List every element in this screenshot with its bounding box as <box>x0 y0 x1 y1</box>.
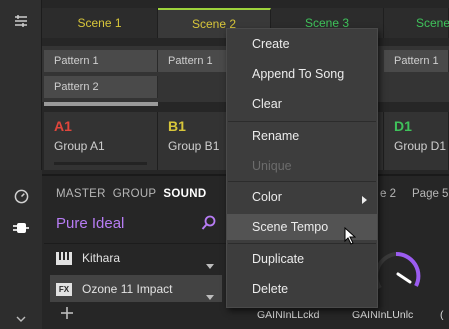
param-label: GAINInLLckd <box>257 309 320 321</box>
mouse-cursor-icon <box>344 226 357 250</box>
piano-keys-icon <box>56 251 72 265</box>
group-id: B1 <box>168 118 186 134</box>
left-rail-top <box>0 0 42 170</box>
menu-item-label: Unique <box>252 159 292 173</box>
page-indicator: e 2 <box>380 188 396 200</box>
scene-label: Scene 1 <box>77 16 122 30</box>
group-d1[interactable]: D1 Group D1 <box>384 112 449 170</box>
gain-knob[interactable] <box>370 248 424 301</box>
mixer-sliders-icon[interactable] <box>0 10 42 32</box>
submenu-arrow-icon <box>362 193 367 207</box>
scene-label: Scene <box>416 16 449 30</box>
menu-item-label: Clear <box>252 97 282 111</box>
pattern-slot[interactable]: Pattern 2 <box>44 76 158 98</box>
menu-item-create[interactable]: Create <box>227 31 377 57</box>
group-id: D1 <box>394 118 412 134</box>
page-indicator-2: Page 5 <box>412 188 448 200</box>
scene-4[interactable]: Scene <box>384 8 449 38</box>
sound-name[interactable]: Pure Ideal <box>56 215 124 232</box>
pattern-label: Pattern 1 <box>54 55 99 67</box>
menu-separator <box>228 121 376 122</box>
menu-item-label: Append To Song <box>252 67 345 81</box>
group-name: Group B1 <box>168 139 220 153</box>
menu-item-clear[interactable]: Clear <box>227 91 377 117</box>
page-fragment: Page 5 <box>412 188 449 200</box>
param-label: ( <box>440 309 444 321</box>
menu-item-color[interactable]: Color <box>227 184 377 210</box>
clock-icon[interactable] <box>0 186 42 206</box>
browser-tabs: MASTER GROUP SOUND <box>56 188 213 200</box>
plugin-name: Kithara <box>82 251 121 265</box>
plug-icon[interactable] <box>0 218 42 238</box>
page-fragment: e 2 <box>380 188 396 200</box>
menu-item-unique: Unique <box>227 153 377 179</box>
menu-item-label: Rename <box>252 129 300 143</box>
tab-master[interactable]: MASTER <box>56 188 106 200</box>
pattern-label: Pattern 2 <box>54 81 99 93</box>
scene-1[interactable]: Scene 1 <box>42 8 158 38</box>
menu-item-label: Color <box>252 190 282 204</box>
menu-item-append-to-song[interactable]: Append To Song <box>227 61 377 87</box>
row-divider <box>44 243 226 244</box>
menu-item-rename[interactable]: Rename <box>227 123 377 149</box>
chevron-down-icon[interactable] <box>0 312 42 326</box>
plugin-slot-kithara[interactable]: Kithara <box>56 245 120 271</box>
group-a1[interactable]: A1 Group A1 <box>44 112 158 170</box>
tab-sound[interactable]: SOUND <box>163 188 206 200</box>
group-level-bar <box>54 162 147 165</box>
chevron-down-icon[interactable] <box>206 256 214 274</box>
plugin-name: Ozone 11 Impact <box>82 282 173 296</box>
menu-item-label: Duplicate <box>252 252 305 266</box>
menu-item-label: Create <box>252 37 290 51</box>
group-id: A1 <box>54 118 72 134</box>
pattern-position-bar <box>44 102 158 106</box>
group-name: Group D1 <box>394 139 447 153</box>
menu-item-label: Scene Tempo <box>252 220 329 234</box>
scene-context-menu: Create Append To Song Clear Rename Uniqu… <box>226 28 378 308</box>
pattern-label: Pattern 1 <box>168 55 213 67</box>
pattern-label: Pattern 1 <box>394 55 439 67</box>
param-label: GAINInLUnlc <box>352 309 414 321</box>
menu-item-delete[interactable]: Delete <box>227 276 377 302</box>
menu-item-label: Delete <box>252 282 289 296</box>
fx-icon: FX <box>56 282 72 296</box>
maschine-window: Scene 1 Scene 2 Scene 3 Scene Pattern 1 … <box>0 0 449 329</box>
menu-separator <box>228 181 376 182</box>
search-icon[interactable] <box>201 215 217 236</box>
pattern-slot[interactable]: Pattern 1 <box>44 50 158 72</box>
tab-group[interactable]: GROUP <box>113 188 157 200</box>
group-name: Group A1 <box>54 139 105 153</box>
plugin-slot-ozone[interactable]: FX Ozone 11 Impact <box>56 276 173 302</box>
chevron-down-icon[interactable] <box>206 287 214 305</box>
add-plugin-icon[interactable] <box>60 306 74 325</box>
pattern-slot[interactable]: Pattern 1 <box>384 50 449 72</box>
